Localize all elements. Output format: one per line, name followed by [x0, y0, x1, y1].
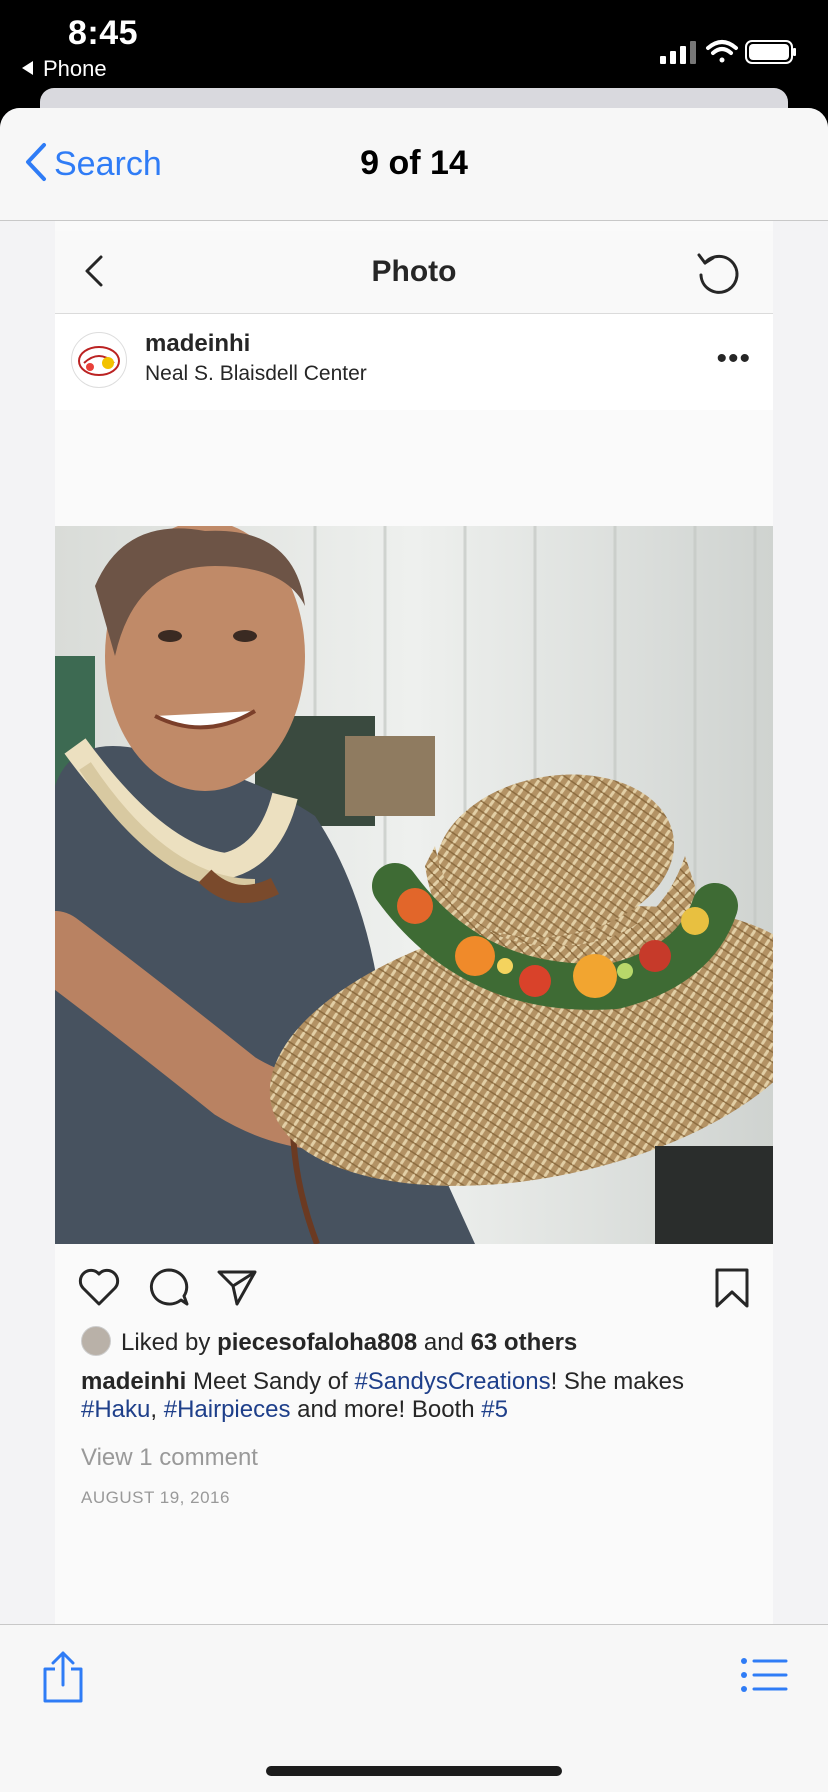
- share-button[interactable]: [40, 1649, 86, 1710]
- ig-header-title: Photo: [371, 255, 457, 288]
- profile-avatar[interactable]: [71, 332, 127, 388]
- liker-avatar: [81, 1326, 111, 1356]
- post-photo[interactable]: [55, 526, 773, 1244]
- caption-text: and more! Booth: [290, 1396, 482, 1423]
- caption-author[interactable]: madeinhi: [81, 1368, 186, 1395]
- page-counter-title: 9 of 14: [360, 144, 468, 182]
- photo-viewer-sheet: Search 9 of 14 Photo madeinhi Neal S. Bl…: [0, 108, 828, 1792]
- bookmark-icon: [715, 1268, 749, 1308]
- hashtag-link[interactable]: #Hairpieces: [164, 1396, 291, 1423]
- made-in-hawaii-logo-icon: [78, 346, 120, 376]
- save-bookmark-button[interactable]: [713, 1266, 751, 1315]
- share-direct-button[interactable]: [215, 1266, 259, 1313]
- paper-plane-icon: [217, 1270, 257, 1306]
- hashtag-link[interactable]: #Haku: [81, 1396, 150, 1423]
- likes-middle: and: [417, 1329, 471, 1356]
- post-actions: Liked by piecesofaloha808 and 63 others …: [55, 1244, 773, 1524]
- post-header: madeinhi Neal S. Blaisdell Center •••: [55, 314, 773, 410]
- more-options-button[interactable]: •••: [716, 342, 751, 376]
- post-date: AUGUST 19, 2016: [81, 1488, 230, 1507]
- post-caption: madeinhi Meet Sandy of #SandysCreations!…: [81, 1368, 741, 1424]
- list-view-button[interactable]: [740, 1657, 788, 1698]
- status-icons: [638, 38, 798, 64]
- likes-others[interactable]: 63 others: [471, 1329, 578, 1356]
- cellular-signal-icon: [660, 41, 696, 64]
- post-username[interactable]: madeinhi: [145, 330, 250, 358]
- comment-bubble-icon: [149, 1268, 189, 1306]
- caption-text: ,: [150, 1396, 164, 1423]
- back-triangle-icon: [22, 61, 33, 75]
- like-button[interactable]: [77, 1266, 121, 1313]
- refresh-button[interactable]: [695, 249, 741, 300]
- comment-button[interactable]: [147, 1266, 191, 1313]
- back-app-label: Phone: [43, 56, 107, 81]
- list-icon: [741, 1658, 788, 1692]
- view-comments-link[interactable]: View 1 comment: [81, 1444, 258, 1472]
- battery-icon: [745, 40, 796, 64]
- likes-summary[interactable]: Liked by piecesofaloha808 and 63 others: [81, 1326, 577, 1357]
- post-location[interactable]: Neal S. Blaisdell Center: [145, 362, 367, 386]
- back-to-app-link[interactable]: Phone: [22, 56, 107, 82]
- home-indicator[interactable]: [266, 1766, 562, 1776]
- likes-prefix: Liked by: [121, 1329, 218, 1356]
- caption-text: ! She makes: [550, 1368, 684, 1395]
- liker-username[interactable]: piecesofaloha808: [217, 1329, 417, 1356]
- wifi-icon: [706, 40, 738, 63]
- status-time: 8:45: [68, 14, 139, 52]
- viewer-nav-bar: Search 9 of 14: [0, 108, 828, 221]
- share-icon: [43, 1651, 83, 1703]
- heart-icon: [78, 1268, 120, 1306]
- caption-text: Meet Sandy of: [186, 1368, 355, 1395]
- screenshot-content: Photo madeinhi Neal S. Blaisdell Center …: [55, 221, 773, 1733]
- hashtag-link[interactable]: #SandysCreations: [354, 1368, 550, 1395]
- refresh-icon: [697, 253, 739, 294]
- hashtag-link[interactable]: #5: [481, 1396, 508, 1423]
- instagram-header: Photo: [55, 231, 773, 314]
